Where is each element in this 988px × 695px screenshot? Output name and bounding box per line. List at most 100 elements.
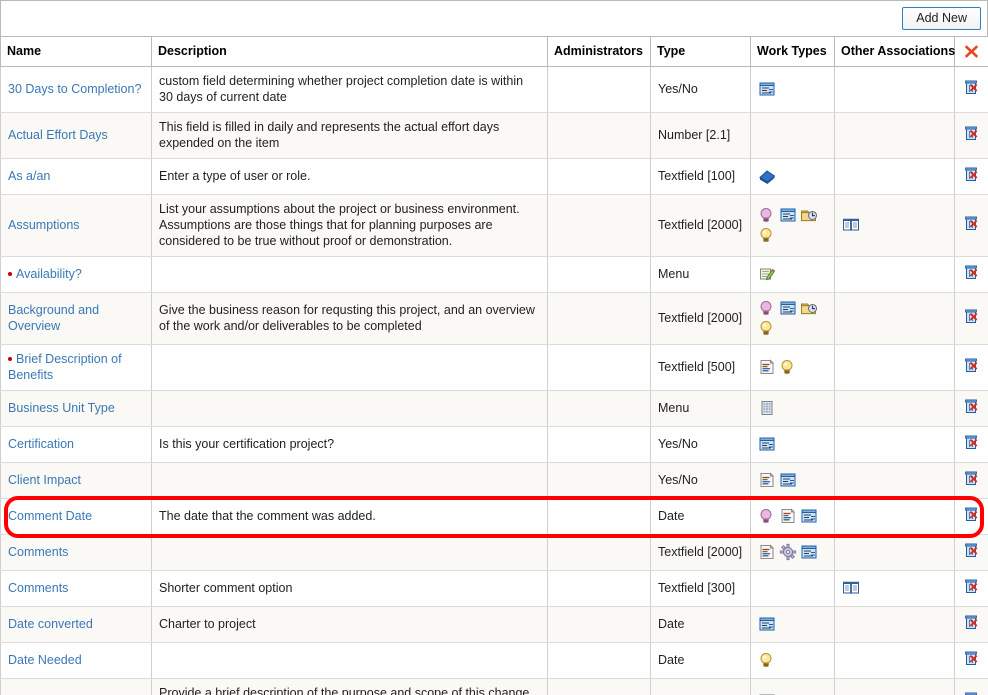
grey-building-icon[interactable] (758, 399, 776, 417)
field-name-link[interactable]: Date converted (8, 617, 93, 631)
blue-table-icon[interactable] (758, 80, 776, 98)
yellow-lightbulb-icon[interactable] (779, 358, 797, 376)
field-name-link[interactable]: Availability? (16, 267, 82, 281)
field-name-link[interactable]: Comment Date (8, 509, 92, 523)
column-header-description[interactable]: Description (151, 36, 548, 67)
report-lines-icon[interactable] (758, 471, 776, 489)
field-name-link[interactable]: Certification (8, 437, 74, 451)
trash-delete-icon[interactable] (963, 505, 981, 523)
field-name-link[interactable]: Assumptions (8, 218, 80, 232)
cell-other-associations (834, 678, 955, 695)
table-row[interactable]: Background and Overview Give the business… (0, 292, 988, 345)
cell-work-types (750, 570, 835, 607)
field-name-link[interactable]: Comments (8, 581, 68, 595)
cell-description: Is this your certification project? (151, 426, 548, 463)
trash-delete-icon[interactable] (963, 649, 981, 667)
pink-lightbulb-icon[interactable] (758, 507, 776, 525)
work-type-icon-group (758, 651, 827, 669)
trash-delete-icon[interactable] (963, 541, 981, 559)
trash-delete-icon[interactable] (963, 469, 981, 487)
blue-table-icon[interactable] (779, 206, 797, 224)
red-x-icon[interactable] (964, 44, 979, 59)
pink-lightbulb-icon[interactable] (758, 299, 776, 317)
blue-table-icon[interactable] (779, 471, 797, 489)
trash-delete-icon[interactable] (963, 124, 981, 142)
field-name-link[interactable]: Actual Effort Days (8, 128, 108, 142)
trash-delete-icon[interactable] (963, 165, 981, 183)
table-row[interactable]: Actual Effort Days This field is filled i… (0, 112, 988, 159)
cell-type: Yes/No (650, 426, 751, 463)
column-header-name[interactable]: Name (0, 36, 152, 67)
field-name-link[interactable]: Background and Overview (8, 303, 99, 333)
cell-administrators (547, 534, 651, 571)
cell-description (151, 642, 548, 679)
table-row[interactable]: Assumptions List your assumptions about t… (0, 194, 988, 257)
trash-delete-icon[interactable] (963, 397, 981, 415)
open-book-icon[interactable] (842, 216, 860, 234)
folder-clock-icon[interactable] (800, 206, 818, 224)
pencil-note-icon[interactable] (758, 265, 776, 283)
trash-delete-icon[interactable] (963, 690, 981, 695)
report-lines-icon[interactable] (758, 543, 776, 561)
table-row[interactable]: 30 Days to Completion? custom field deter… (0, 66, 988, 113)
blue-table-icon[interactable] (800, 507, 818, 525)
field-name-link[interactable]: Brief Description of Benefits (8, 352, 122, 382)
cell-field-name: Availability? (0, 256, 152, 293)
trash-delete-icon[interactable] (963, 263, 981, 281)
cell-administrators (547, 462, 651, 499)
yellow-lightbulb-icon[interactable] (758, 651, 776, 669)
trash-delete-icon[interactable] (963, 356, 981, 374)
blue-table-icon[interactable] (758, 615, 776, 633)
cell-field-name: Date converted (0, 606, 152, 643)
yellow-lightbulb-icon[interactable] (758, 319, 776, 337)
yellow-lightbulb-icon[interactable] (758, 226, 776, 244)
cell-description (151, 256, 548, 293)
table-row[interactable]: Certification Is this your certification … (0, 426, 988, 463)
trash-delete-icon[interactable] (963, 214, 981, 232)
column-header-work-types[interactable]: Work Types (750, 36, 835, 67)
trash-delete-icon[interactable] (963, 307, 981, 325)
blue-table-icon[interactable] (758, 435, 776, 453)
table-row[interactable]: As a/an Enter a type of user or role. Text… (0, 158, 988, 195)
pink-lightbulb-icon[interactable] (758, 206, 776, 224)
add-new-button[interactable]: Add New (902, 6, 981, 31)
trash-delete-icon[interactable] (963, 78, 981, 96)
table-row[interactable]: Comments Textfield [2000] (0, 534, 988, 571)
table-row[interactable]: Client Impact Yes/No (0, 462, 988, 499)
field-name-link[interactable]: Date Needed (8, 653, 82, 667)
trash-delete-icon[interactable] (963, 577, 981, 595)
open-book-icon[interactable] (842, 579, 860, 597)
cell-type: Yes/No (650, 462, 751, 499)
blue-books-icon[interactable] (758, 167, 776, 185)
cell-type: Date (650, 606, 751, 643)
field-name-link[interactable]: As a/an (8, 169, 50, 183)
blue-table-icon[interactable] (779, 299, 797, 317)
cell-other-associations (834, 534, 955, 571)
cell-delete (954, 194, 988, 257)
blue-table-icon[interactable] (800, 543, 818, 561)
trash-delete-icon[interactable] (963, 433, 981, 451)
table-row[interactable]: Comment Date The date that the comment wa… (0, 498, 988, 535)
cell-other-associations (834, 426, 955, 463)
column-header-type[interactable]: Type (650, 36, 751, 67)
table-row[interactable]: Date Needed Date (0, 642, 988, 679)
report-lines-icon[interactable] (779, 507, 797, 525)
table-row[interactable]: Date converted Charter to project Date (0, 606, 988, 643)
table-row[interactable]: Availability? Menu (0, 256, 988, 293)
field-name-link[interactable]: 30 Days to Completion? (8, 82, 141, 96)
table-row[interactable]: Brief Description of Benefits Textfield [… (0, 344, 988, 391)
folder-clock-icon[interactable] (800, 299, 818, 317)
table-row[interactable]: DescriptionProvide a brief description o… (0, 678, 988, 695)
field-name-link[interactable]: Client Impact (8, 473, 81, 487)
trash-delete-icon[interactable] (963, 613, 981, 631)
table-row[interactable]: Business Unit Type Menu (0, 390, 988, 427)
report-lines-icon[interactable] (758, 358, 776, 376)
cell-field-name: Date Needed (0, 642, 152, 679)
field-name-link[interactable]: Business Unit Type (8, 401, 115, 415)
table-row[interactable]: Comments Shorter comment option Textfield … (0, 570, 988, 607)
column-header-administrators[interactable]: Administrators (547, 36, 651, 67)
field-name-link[interactable]: Comments (8, 545, 68, 559)
column-header-other-associations[interactable]: Other Associations (834, 36, 955, 67)
gear-icon[interactable] (779, 543, 797, 561)
cell-type: Textfield [2000] (650, 194, 751, 257)
